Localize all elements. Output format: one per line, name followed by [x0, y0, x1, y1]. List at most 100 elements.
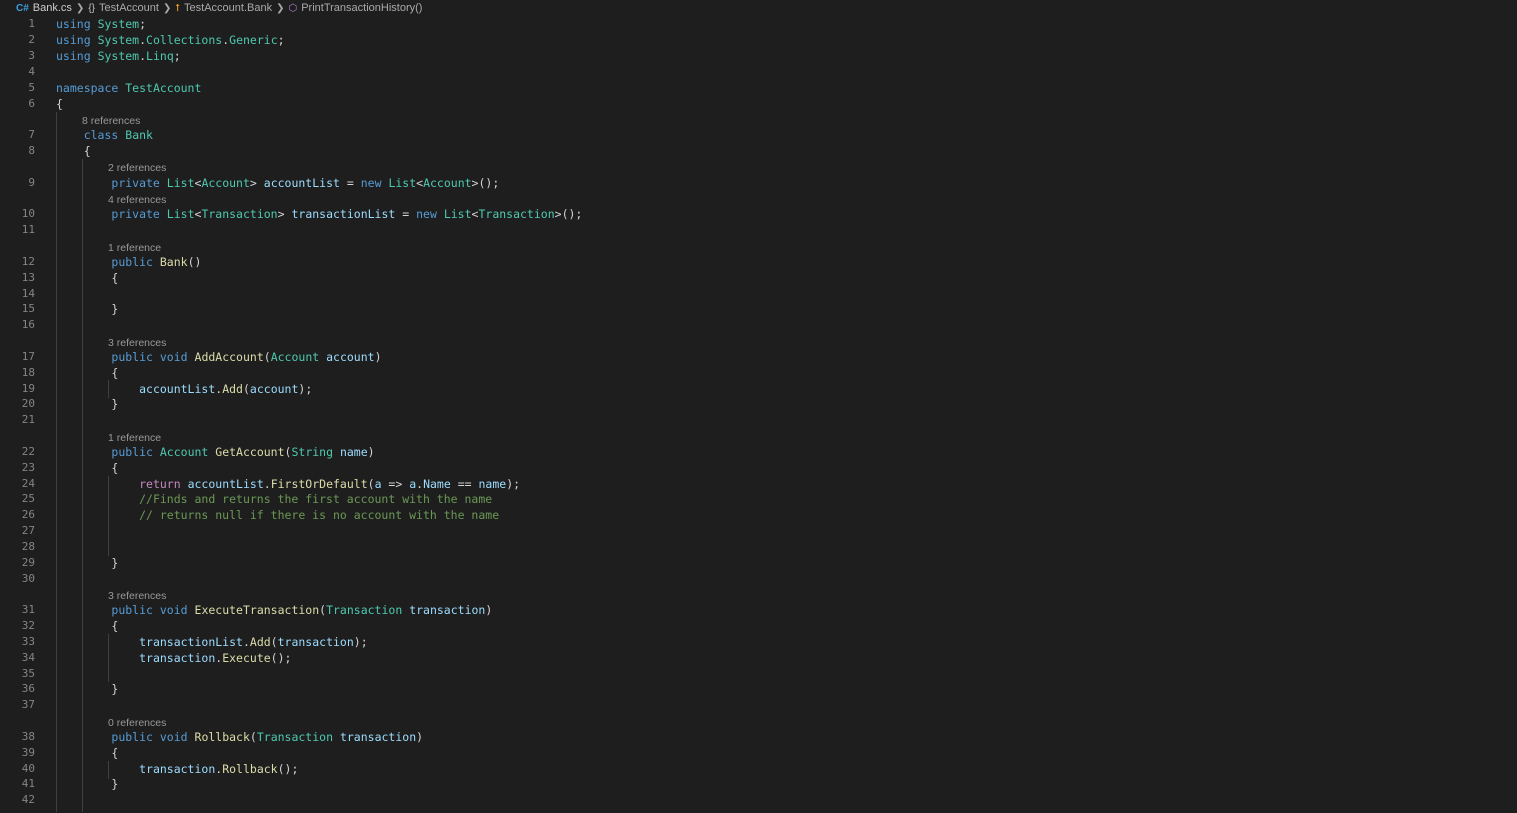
code-line[interactable]: 17 public void AddAccount(Account accoun…: [0, 349, 1517, 365]
code-line[interactable]: 36 }: [0, 681, 1517, 697]
code-token: transactionList: [139, 635, 243, 649]
code-line[interactable]: 31 public void ExecuteTransaction(Transa…: [0, 602, 1517, 618]
code-line[interactable]: 28: [0, 539, 1517, 555]
line-code[interactable]: transaction.Execute();: [56, 650, 291, 666]
line-code[interactable]: // returns null if there is no account w…: [56, 507, 499, 523]
codelens-get-account[interactable]: 1 reference: [108, 432, 161, 444]
code-line[interactable]: 6{: [0, 96, 1517, 112]
line-code[interactable]: using System.Linq;: [56, 48, 181, 64]
code-line[interactable]: 4: [0, 64, 1517, 80]
code-token: Transaction: [256, 730, 334, 744]
code-line[interactable]: 25 //Finds and returns the first account…: [0, 491, 1517, 507]
code-line[interactable]: 13 {: [0, 270, 1517, 286]
line-code[interactable]: {: [56, 618, 118, 634]
codelens-class-bank[interactable]: 8 references: [82, 115, 140, 127]
code-line[interactable]: 9 private List<Account> accountList = ne…: [0, 175, 1517, 191]
code-line[interactable]: 30: [0, 571, 1517, 587]
code-line[interactable]: 18 {: [0, 365, 1517, 381]
code-editor[interactable]: 8 references 2 references 4 references 1…: [0, 0, 1517, 813]
line-code[interactable]: public void ExecuteTransaction(Transacti…: [56, 602, 492, 618]
code-line[interactable]: 15 }: [0, 301, 1517, 317]
code-line[interactable]: 5 namespace TestAccount: [0, 80, 1517, 96]
code-line[interactable]: 20 }: [0, 396, 1517, 412]
codelens-rollback[interactable]: 0 references: [108, 717, 166, 729]
codelens-execute-transaction[interactable]: 3 references: [108, 590, 166, 602]
line-code[interactable]: }: [56, 555, 118, 571]
code-line[interactable]: 7 class Bank: [0, 127, 1517, 143]
codelens-account-list[interactable]: 2 references: [108, 162, 166, 174]
line-code[interactable]: using System.Collections.Generic;: [56, 32, 285, 48]
line-code[interactable]: }: [56, 396, 118, 412]
code-token: {: [56, 144, 91, 158]
code-line[interactable]: 41 }: [0, 776, 1517, 792]
code-line[interactable]: 14: [0, 286, 1517, 302]
line-number: 9: [28, 176, 35, 189]
code-line[interactable]: 38 public void Rollback(Transaction tran…: [0, 729, 1517, 745]
code-line[interactable]: 23 {: [0, 460, 1517, 476]
line-code[interactable]: transaction.Rollback();: [56, 761, 298, 777]
line-code[interactable]: }: [56, 776, 118, 792]
code-line[interactable]: 22 public Account GetAccount(String name…: [0, 444, 1517, 460]
code-line[interactable]: 27: [0, 523, 1517, 539]
line-code[interactable]: {: [56, 460, 118, 476]
line-code[interactable]: public Bank(): [56, 254, 201, 270]
line-code[interactable]: class Bank: [56, 127, 153, 143]
code-line[interactable]: 19 accountList.Add(account);: [0, 381, 1517, 397]
codelens-ctor-bank[interactable]: 1 reference: [108, 242, 161, 254]
code-line[interactable]: 3 using System.Linq;: [0, 48, 1517, 64]
line-number: 20: [21, 397, 35, 410]
line-code[interactable]: private List<Transaction> transactionLis…: [56, 206, 582, 222]
line-code[interactable]: {: [56, 96, 63, 112]
code-line[interactable]: 42: [0, 792, 1517, 808]
code-token: Account: [270, 350, 320, 364]
line-number: 30: [21, 572, 35, 585]
line-code[interactable]: private List<Account> accountList = new …: [56, 175, 499, 191]
code-line[interactable]: 2 using System.Collections.Generic;: [0, 32, 1517, 48]
line-code[interactable]: transactionList.Add(transaction);: [56, 634, 368, 650]
code-line[interactable]: 12 public Bank(): [0, 254, 1517, 270]
code-token: Collections: [146, 33, 223, 47]
code-line[interactable]: 32 {: [0, 618, 1517, 634]
line-code[interactable]: //Finds and returns the first account wi…: [56, 491, 492, 507]
code-line[interactable]: 40 transaction.Rollback();: [0, 761, 1517, 777]
code-line[interactable]: 39 {: [0, 745, 1517, 761]
code-line[interactable]: 37: [0, 697, 1517, 713]
code-token: private: [111, 207, 160, 221]
code-line[interactable]: 35: [0, 666, 1517, 682]
code-token: return: [139, 477, 181, 491]
code-line[interactable]: 33 transactionList.Add(transaction);: [0, 634, 1517, 650]
code-line[interactable]: 1 using System;: [0, 16, 1517, 32]
code-token: >();: [554, 207, 583, 221]
code-line[interactable]: 34 transaction.Execute();: [0, 650, 1517, 666]
line-code[interactable]: }: [56, 681, 118, 697]
line-code[interactable]: {: [56, 745, 118, 761]
line-code[interactable]: return accountList.FirstOrDefault(a => a…: [56, 476, 520, 492]
code-line[interactable]: 11: [0, 222, 1517, 238]
line-code[interactable]: accountList.Add(account);: [56, 381, 312, 397]
line-code[interactable]: {: [56, 270, 118, 286]
code-line[interactable]: 16: [0, 317, 1517, 333]
code-line[interactable]: 21: [0, 412, 1517, 428]
codelens-add-account[interactable]: 3 references: [108, 337, 166, 349]
code-line[interactable]: 10 private List<Transaction> transaction…: [0, 206, 1517, 222]
code-token: System: [97, 49, 140, 63]
line-code[interactable]: public void Rollback(Transaction transac…: [56, 729, 423, 745]
line-code[interactable]: {: [56, 143, 91, 159]
code-token: );: [353, 635, 368, 649]
code-line[interactable]: 29 }: [0, 555, 1517, 571]
line-code[interactable]: public Account GetAccount(String name): [56, 444, 374, 460]
line-code[interactable]: }: [56, 301, 118, 317]
line-code[interactable]: public void AddAccount(Account account): [56, 349, 381, 365]
codelens-transaction-list[interactable]: 4 references: [108, 194, 166, 206]
code-line[interactable]: 26 // returns null if there is no accoun…: [0, 507, 1517, 523]
code-line[interactable]: 24 return accountList.FirstOrDefault(a =…: [0, 476, 1517, 492]
code-token: {: [56, 271, 119, 285]
line-code[interactable]: {: [56, 365, 118, 381]
line-code[interactable]: namespace TestAccount: [56, 80, 201, 96]
line-code[interactable]: using System;: [56, 16, 146, 32]
line-number: 8: [28, 144, 35, 157]
code-line[interactable]: 8 {: [0, 143, 1517, 159]
